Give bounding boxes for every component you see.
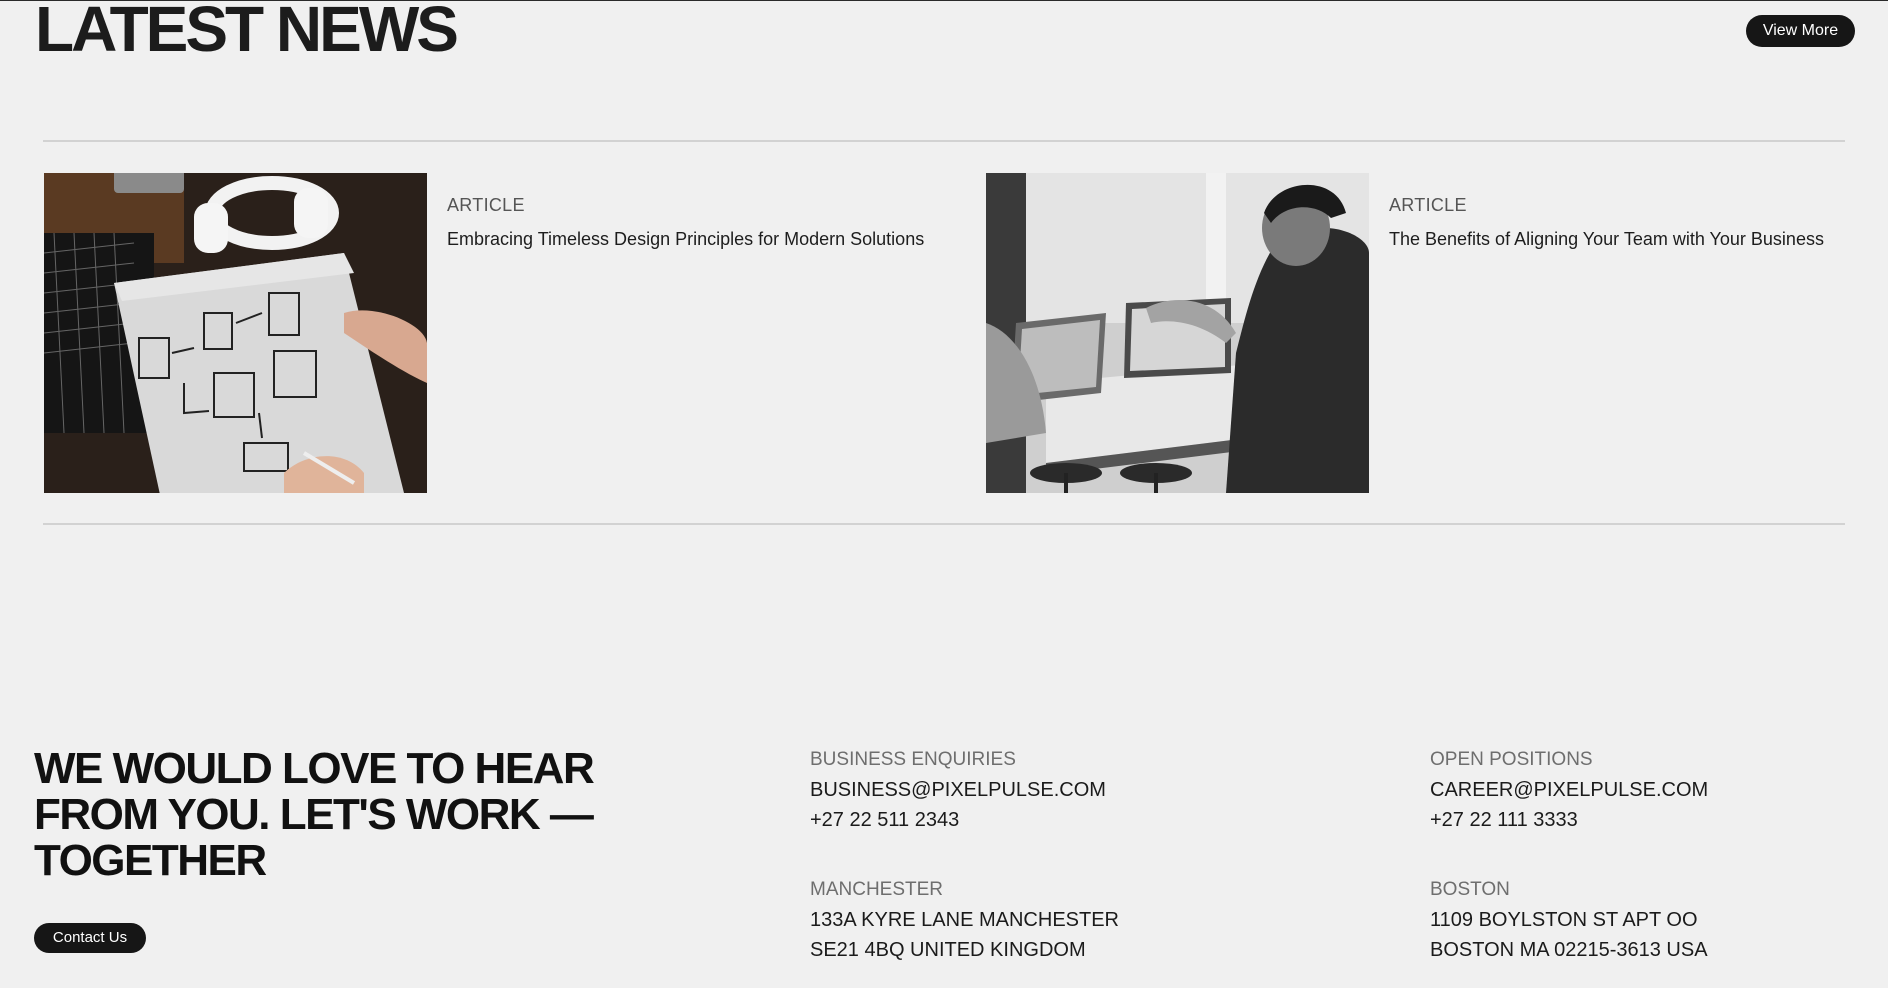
manchester-label: MANCHESTER [810,879,944,900]
contact-us-button[interactable]: Contact Us [34,923,146,953]
manchester-address-line: SE21 4BQ UNITED KINGDOM [810,939,1086,961]
boston-address-block: BOSTON 1109 BOYLSTON ST APT OO BOSTON MA… [1430,875,1708,965]
divider-bottom [43,523,1845,525]
boston-address-line: 1109 BOYLSTON ST APT OO [1430,909,1698,931]
business-email-link[interactable]: BUSINESS@PIXELPULSE.COM [810,775,1106,805]
career-phone-link[interactable]: +27 22 111 3333 [1430,805,1708,835]
divider-top [43,140,1845,142]
article-category: ARTICLE [447,195,525,215]
latest-news-title: LATEST NEWS [35,0,459,65]
business-enquiries-block: BUSINESS ENQUIRIES BUSINESS@PIXELPULSE.C… [810,745,1106,835]
design-sketch-image[interactable] [44,173,427,493]
contact-heading: WE WOULD LOVE TO HEAR FROM YOU. LET'S WO… [34,744,595,885]
business-phone-link[interactable]: +27 22 511 2343 [810,805,1106,835]
manchester-address-block: MANCHESTER 133A KYRE LANE MANCHESTER SE2… [810,875,1119,965]
boston-address-line: BOSTON MA 02215-3613 USA [1430,939,1708,961]
team-meeting-image[interactable] [986,173,1369,493]
article-headline-link[interactable]: The Benefits of Aligning Your Team with … [1389,227,1869,252]
business-enquiries-label: BUSINESS ENQUIRIES [810,749,1016,770]
boston-label: BOSTON [1430,879,1510,900]
view-more-button[interactable]: View More [1746,15,1855,47]
page: LATEST NEWS View More ARTICLE Embracing … [0,0,1888,988]
open-positions-label: OPEN POSITIONS [1430,749,1593,770]
article-headline-link[interactable]: Embracing Timeless Design Principles for… [447,227,927,252]
article-category: ARTICLE [1389,195,1467,215]
career-email-link[interactable]: CAREER@PIXELPULSE.COM [1430,775,1708,805]
manchester-address-line: 133A KYRE LANE MANCHESTER [810,909,1119,931]
open-positions-block: OPEN POSITIONS CAREER@PIXELPULSE.COM +27… [1430,745,1708,835]
